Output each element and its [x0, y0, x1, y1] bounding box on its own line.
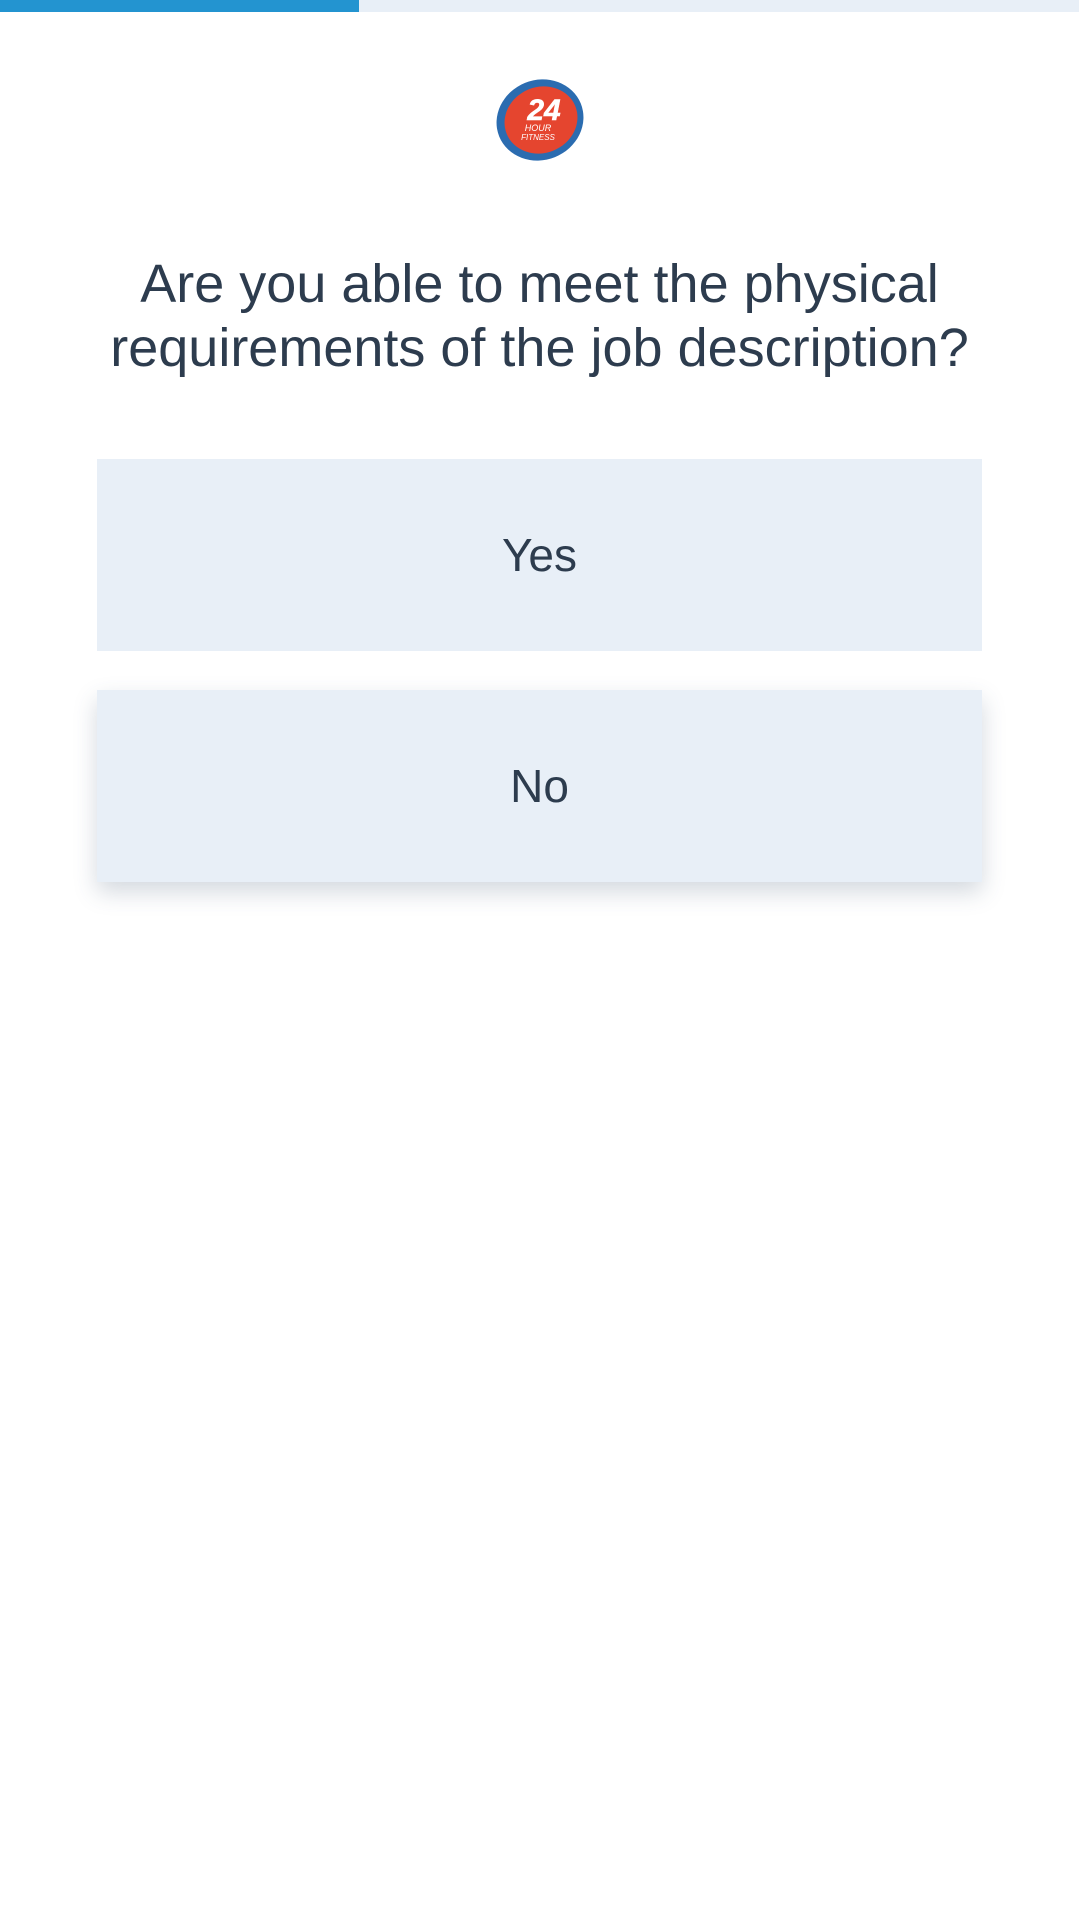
question-title: Are you able to meet the physical requir… [110, 254, 969, 378]
answer-yes-label: Yes [501, 529, 578, 581]
answer-no-label: No [510, 760, 569, 812]
logo-container: 24 HOUR FITNESS [0, 78, 1079, 162]
logo-line2: FITNESS [521, 133, 555, 142]
answer-options: Yes No [97, 459, 982, 882]
logo-line1: HOUR [524, 123, 551, 133]
answer-yes-button[interactable]: Yes [97, 459, 982, 651]
progress-bar-fill [0, 0, 360, 12]
progress-bar [0, 0, 1079, 12]
answer-no-button[interactable]: No [97, 690, 982, 882]
brand-logo: 24 HOUR FITNESS [496, 79, 583, 161]
